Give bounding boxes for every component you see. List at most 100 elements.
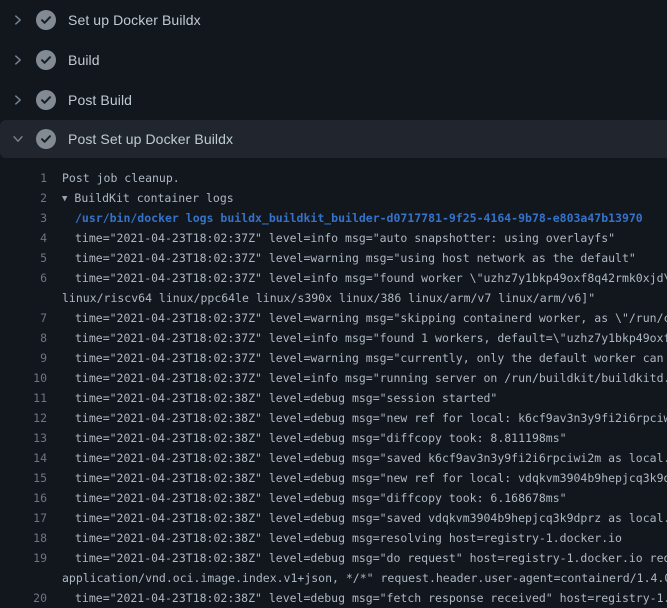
log-line-number[interactable]: 3 [0,208,47,228]
log-line-number[interactable]: 13 [0,428,47,448]
log-line: 8 ▼time="2021-04-23T18:02:37Z" level=inf… [0,328,667,348]
log-line-text-content: time="2021-04-23T18:02:37Z" level=info m… [75,271,667,285]
log-line-number[interactable]: 9 [0,348,47,368]
log-line-text-content: linux/riscv64 linux/ppc64le linux/s390x … [62,291,595,305]
log-line-number[interactable]: 19 [0,548,47,568]
log-line-text: ▼time="2021-04-23T18:02:38Z" level=debug… [62,428,567,448]
log-line-number[interactable]: 5 [0,248,47,268]
log-line-number[interactable]: 18 [0,528,47,548]
log-line: 1 ▼Post job cleanup. [0,168,667,188]
log-line: 7 ▼time="2021-04-23T18:02:37Z" level=war… [0,308,667,328]
log-line: ▼linux/riscv64 linux/ppc64le linux/s390x… [0,288,667,308]
log-line-text-content: time="2021-04-23T18:02:37Z" level=warnin… [75,251,636,265]
log-line: 9 ▼time="2021-04-23T18:02:37Z" level=war… [0,348,667,368]
log-line-number[interactable]: 17 [0,508,47,528]
log-line-text-content: time="2021-04-23T18:02:37Z" level=warnin… [75,311,667,325]
log-line-text-content: time="2021-04-23T18:02:37Z" level=info m… [75,371,667,385]
log-line-text-content: time="2021-04-23T18:02:38Z" level=debug … [75,531,622,545]
log-line-text: ▼application/vnd.oci.image.index.v1+json… [62,568,667,588]
log-line-text-content: time="2021-04-23T18:02:38Z" level=debug … [75,511,667,525]
log-line-text: ▼time="2021-04-23T18:02:38Z" level=debug… [62,388,497,408]
log-line: 12 ▼time="2021-04-23T18:02:38Z" level=de… [0,408,667,428]
group-expand-triangle-icon[interactable]: ▼ [62,194,67,204]
step-section-label: Build [68,52,100,68]
log-line-text: ▼time="2021-04-23T18:02:38Z" level=debug… [62,408,667,428]
log-line-text: ▼time="2021-04-23T18:02:38Z" level=debug… [62,508,667,528]
log-line-text-content: time="2021-04-23T18:02:38Z" level=debug … [75,451,667,465]
chevron-right-icon[interactable] [10,92,26,108]
log-line-text: ▼/usr/bin/docker logs buildx_buildkit_bu… [62,208,643,228]
step-section-label: Set up Docker Buildx [68,12,201,28]
step-section-post-set-up-docker-buildx[interactable]: Post Set up Docker Buildx [0,120,667,158]
steps-list: Set up Docker Buildx Build [0,0,667,158]
log-line-number[interactable]: 16 [0,488,47,508]
log-line-text: ▼time="2021-04-23T18:02:37Z" level=warni… [62,248,636,268]
log-line-text-content: time="2021-04-23T18:02:38Z" level=debug … [75,471,667,485]
log-line-text-content: time="2021-04-23T18:02:38Z" level=debug … [75,411,667,425]
step-section-post-build[interactable]: Post Build [0,80,667,120]
log-line: 5 ▼time="2021-04-23T18:02:37Z" level=war… [0,248,667,268]
log-line-text-content: BuildKit container logs [74,191,233,205]
log-line-text: ▼time="2021-04-23T18:02:38Z" level=debug… [62,588,667,608]
log-line-number[interactable]: 1 [0,168,47,188]
log-line: 18 ▼time="2021-04-23T18:02:38Z" level=de… [0,528,667,548]
log-line-text: ▼time="2021-04-23T18:02:38Z" level=debug… [62,448,667,468]
chevron-right-icon[interactable] [10,12,26,28]
chevron-down-icon[interactable] [10,131,26,147]
log-line-number[interactable]: 15 [0,468,47,488]
log-line-number[interactable]: 4 [0,228,47,248]
log-line-text: ▼time="2021-04-23T18:02:37Z" level=info … [62,228,615,248]
step-section-set-up-docker-buildx[interactable]: Set up Docker Buildx [0,0,667,40]
log-line-number[interactable]: 14 [0,448,47,468]
log-line: 20 ▼time="2021-04-23T18:02:38Z" level=de… [0,588,667,608]
log-line: 10 ▼time="2021-04-23T18:02:37Z" level=in… [0,368,667,388]
log-line-number[interactable] [0,288,47,308]
log-area: 1 ▼Post job cleanup. 2 ▼ BuildKit contain… [0,158,667,608]
chevron-right-icon[interactable] [10,52,26,68]
log-line: 13 ▼time="2021-04-23T18:02:38Z" level=de… [0,428,667,448]
log-line-text: ▼time="2021-04-23T18:02:38Z" level=debug… [62,468,667,488]
step-section-label: Post Build [68,92,132,108]
log-line-number[interactable]: 2 [0,188,47,208]
log-line-number[interactable]: 12 [0,408,47,428]
log-line-text: ▼time="2021-04-23T18:02:37Z" level=info … [62,268,667,288]
log-line-text: ▼time="2021-04-23T18:02:37Z" level=info … [62,368,667,388]
log-line: 19 ▼time="2021-04-23T18:02:38Z" level=de… [0,548,667,568]
log-line-text-content: Post job cleanup. [62,171,180,185]
log-line-number[interactable]: 7 [0,308,47,328]
check-circle-icon [36,129,56,149]
log-line-text-content: time="2021-04-23T18:02:38Z" level=debug … [75,491,567,505]
log-line-text-content: time="2021-04-23T18:02:37Z" level=info m… [75,331,667,345]
log-line-text: ▼time="2021-04-23T18:02:38Z" level=debug… [62,528,622,548]
log-line-text-content: time="2021-04-23T18:02:37Z" level=info m… [75,231,615,245]
log-line-number[interactable]: 20 [0,588,47,608]
log-line-number[interactable]: 10 [0,368,47,388]
log-line-text: ▼time="2021-04-23T18:02:37Z" level=warni… [62,348,667,368]
log-line-text-content: time="2021-04-23T18:02:38Z" level=debug … [75,391,497,405]
log-line-text-content: time="2021-04-23T18:02:38Z" level=debug … [75,431,567,445]
log-line-text-content: time="2021-04-23T18:02:37Z" level=warnin… [75,351,667,365]
log-line-text: ▼time="2021-04-23T18:02:37Z" level=warni… [62,308,667,328]
log-line-text: ▼linux/riscv64 linux/ppc64le linux/s390x… [62,288,595,308]
log-line-number[interactable]: 6 [0,268,47,288]
log-line: 16 ▼time="2021-04-23T18:02:38Z" level=de… [0,488,667,508]
log-line-number[interactable]: 8 [0,328,47,348]
log-line: 11 ▼time="2021-04-23T18:02:38Z" level=de… [0,388,667,408]
log-line: 4 ▼time="2021-04-23T18:02:37Z" level=inf… [0,228,667,248]
step-section-label: Post Set up Docker Buildx [68,131,233,147]
log-line: 14 ▼time="2021-04-23T18:02:38Z" level=de… [0,448,667,468]
log-line-number[interactable] [0,568,47,588]
log-line-text-content: /usr/bin/docker logs buildx_buildkit_bui… [75,211,643,225]
check-circle-icon [36,90,56,110]
log-line: ▼application/vnd.oci.image.index.v1+json… [0,568,667,588]
log-line: 6 ▼time="2021-04-23T18:02:37Z" level=inf… [0,268,667,288]
log-line-text: ▼time="2021-04-23T18:02:38Z" level=debug… [62,488,567,508]
log-line: 15 ▼time="2021-04-23T18:02:38Z" level=de… [0,468,667,488]
step-section-build[interactable]: Build [0,40,667,80]
log-line-text: ▼ BuildKit container logs [62,188,234,208]
log-line-text-content: time="2021-04-23T18:02:38Z" level=debug … [75,551,667,565]
log-line: 17 ▼time="2021-04-23T18:02:38Z" level=de… [0,508,667,528]
log-line-text-content: application/vnd.oci.image.index.v1+json,… [62,571,667,585]
log-line-text-content: time="2021-04-23T18:02:38Z" level=debug … [75,591,667,605]
log-line-number[interactable]: 11 [0,388,47,408]
